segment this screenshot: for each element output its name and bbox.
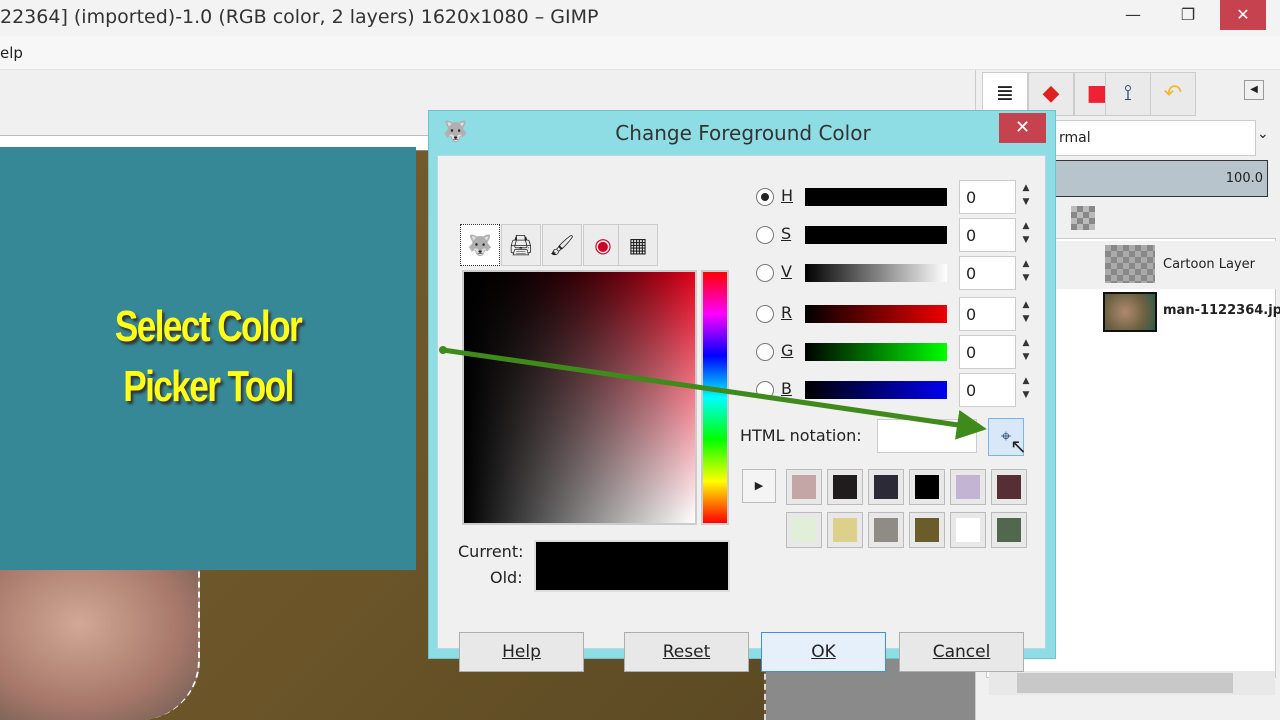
cancel-button[interactable]: Cancel <box>899 632 1024 672</box>
radio-h[interactable] <box>756 188 774 206</box>
spin-arrows-g[interactable]: ▲ ▼ <box>1019 336 1033 366</box>
label-s: S <box>781 224 792 243</box>
photo-face <box>0 560 200 720</box>
opacity-value: 100.0 <box>1225 171 1263 186</box>
history-swatch[interactable] <box>991 512 1027 548</box>
close-window-button[interactable]: ✕ <box>1220 0 1266 30</box>
layer-name: man-1122364.jp <box>1163 303 1280 318</box>
ok-button[interactable]: OK <box>761 632 886 672</box>
spin-h[interactable]: 0 <box>959 180 1016 214</box>
menu-bar: elp <box>0 36 1280 70</box>
spin-b[interactable]: 0 <box>959 373 1016 407</box>
menu-help[interactable]: elp <box>0 44 23 62</box>
scrollbar-thumb[interactable] <box>1017 673 1233 693</box>
history-swatch[interactable] <box>909 469 945 505</box>
horizontal-scrollbar[interactable] <box>989 671 1275 695</box>
spin-arrows-b[interactable]: ▲ ▼ <box>1019 374 1033 404</box>
layer-thumbnail <box>1105 245 1155 283</box>
history-swatch[interactable] <box>786 469 822 505</box>
slider-s[interactable] <box>805 226 947 244</box>
tutorial-caption-box: Select Color Picker Tool <box>0 147 416 570</box>
window-title: 22364] (imported)-1.0 (RGB color, 2 laye… <box>0 6 599 28</box>
caption-line-2: Picker Tool <box>123 362 294 411</box>
history-swatch[interactable] <box>827 512 863 548</box>
history-expand-button[interactable]: ▶ <box>742 469 776 503</box>
slider-r[interactable] <box>805 305 947 323</box>
radio-b[interactable] <box>756 381 774 399</box>
slider-v[interactable] <box>805 264 947 282</box>
layer-thumbnail <box>1103 292 1157 332</box>
hue-strip[interactable] <box>701 270 729 525</box>
gimp-selector-tab[interactable]: 🐺 <box>460 224 500 266</box>
reset-button[interactable]: Reset <box>624 632 749 672</box>
minimize-button[interactable]: — <box>1110 0 1156 30</box>
palette-selector-tab[interactable]: ▦ <box>618 224 658 266</box>
wheel-selector-tab[interactable]: ◉ <box>583 224 623 266</box>
dialog-close-button[interactable]: ✕ <box>999 113 1046 143</box>
cmyk-selector-tab[interactable]: 🖨 <box>501 224 541 266</box>
html-notation-label: HTML notation: <box>740 426 862 445</box>
slider-g[interactable] <box>805 343 947 361</box>
mouse-cursor-icon: ↖ <box>1010 434 1027 458</box>
spin-g[interactable]: 0 <box>959 335 1016 369</box>
lock-alpha-icon[interactable] <box>1071 206 1095 230</box>
layer-name: Cartoon Layer <box>1163 257 1256 272</box>
mode-value: rmal <box>1059 130 1091 146</box>
ok-label: OK <box>811 642 836 662</box>
dialog-body: 🐺 🖨 🖌 ◉ ▦ Current: Old: H 0 ▲ ▼ S 0 ▲ ▼ V … <box>437 155 1046 672</box>
radio-r[interactable] <box>756 305 774 323</box>
spin-arrows-h[interactable]: ▲ ▼ <box>1019 181 1033 211</box>
history-swatch[interactable] <box>991 469 1027 505</box>
spin-arrows-v[interactable]: ▲ ▼ <box>1019 257 1033 287</box>
radio-g[interactable] <box>756 343 774 361</box>
current-old-color-swatch <box>534 540 730 592</box>
history-swatch[interactable] <box>868 469 904 505</box>
spin-arrows-s[interactable]: ▲ ▼ <box>1019 219 1033 249</box>
radio-s[interactable] <box>756 226 774 244</box>
spin-v[interactable]: 0 <box>959 256 1016 290</box>
help-button[interactable]: Help <box>459 632 584 672</box>
spin-r[interactable]: 0 <box>959 297 1016 331</box>
label-g: G <box>781 341 794 360</box>
dialog-title: Change Foreground Color <box>615 121 871 145</box>
caption-line-1: Select Color <box>114 302 303 351</box>
tab-paths[interactable]: ⟟ <box>1105 72 1151 116</box>
label-h: H <box>781 186 794 205</box>
dock-menu-icon[interactable]: ◀ <box>1244 80 1264 100</box>
history-swatch[interactable] <box>786 512 822 548</box>
label-r: R <box>781 303 793 322</box>
label-v: V <box>781 262 792 281</box>
slider-b[interactable] <box>805 381 947 399</box>
html-notation-input[interactable] <box>877 419 977 453</box>
radio-v[interactable] <box>756 264 774 282</box>
label-b: B <box>781 379 792 398</box>
slider-h[interactable] <box>805 188 947 206</box>
change-foreground-color-dialog: 🐺 Change Foreground Color ✕ 🐺 🖨 🖌 ◉ ▦ Cu… <box>428 110 1056 672</box>
history-swatch[interactable] <box>950 469 986 505</box>
reset-label: Reset <box>662 642 711 662</box>
restore-button[interactable]: ❐ <box>1165 0 1211 30</box>
sv-color-area[interactable] <box>462 270 697 525</box>
old-label: Old: <box>490 568 523 587</box>
current-label: Current: <box>458 542 524 561</box>
spin-s[interactable]: 0 <box>959 218 1016 252</box>
history-swatch[interactable] <box>827 469 863 505</box>
title-bar: 22364] (imported)-1.0 (RGB color, 2 laye… <box>0 0 1280 36</box>
history-swatch[interactable] <box>950 512 986 548</box>
cancel-label: Cancel <box>932 642 991 662</box>
opacity-slider[interactable]: 100.0 <box>1036 160 1268 197</box>
chevron-down-icon: ⌄ <box>1257 126 1269 142</box>
tab-undo-history[interactable]: ↶ <box>1150 72 1196 116</box>
history-swatch[interactable] <box>909 512 945 548</box>
history-swatch[interactable] <box>868 512 904 548</box>
spin-arrows-r[interactable]: ▲ ▼ <box>1019 298 1033 328</box>
help-label: Help <box>502 642 541 662</box>
watercolor-selector-tab[interactable]: 🖌 <box>542 224 582 266</box>
